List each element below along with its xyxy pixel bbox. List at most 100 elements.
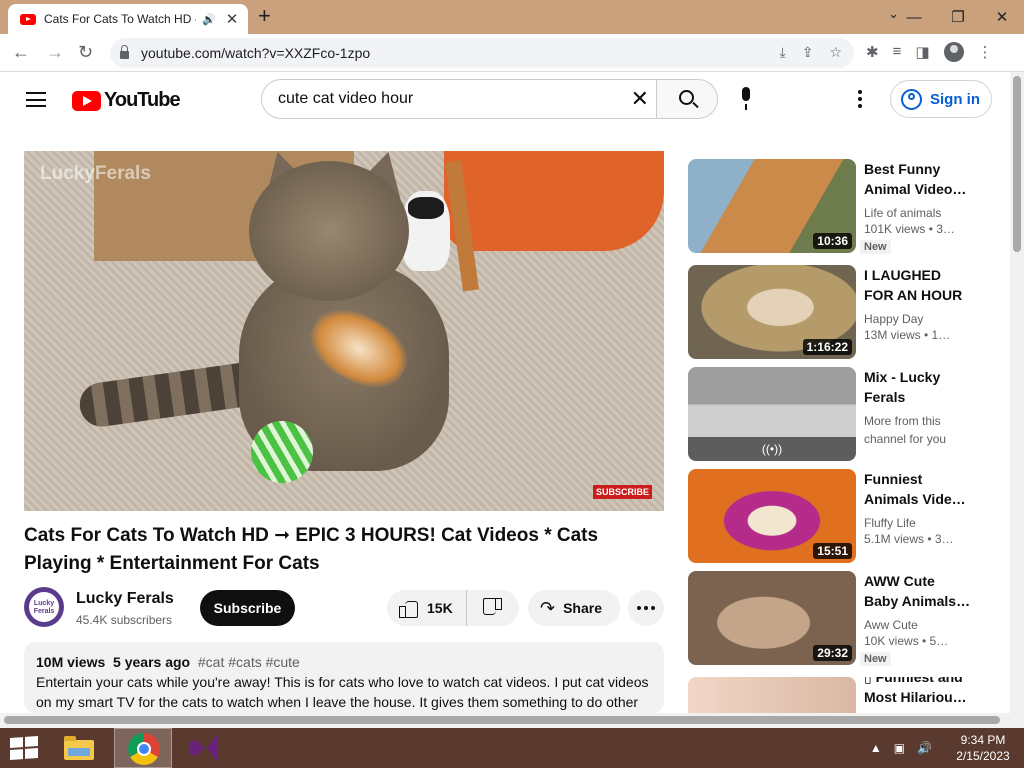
recommendation-channel[interactable]: Happy Day (864, 310, 974, 328)
mix-thumbnail[interactable]: ((•)) (688, 367, 856, 461)
tab-close-icon[interactable]: ✕ (226, 10, 239, 28)
restore-button[interactable]: ❐ (936, 8, 980, 26)
system-tray: ▲ ▣ 🔊 9:34 PM 2/15/2023 (870, 728, 1012, 768)
reload-icon[interactable]: ↻ (78, 42, 93, 62)
recommendation-item[interactable]: 1:16:22 I LAUGHED FOR AN HOUR😹… Happy Da… (688, 265, 988, 359)
close-window-button[interactable]: ✕ (980, 8, 1024, 26)
minimize-button[interactable]: — (892, 9, 936, 26)
show-hidden-icons-icon[interactable]: ▲ (870, 741, 882, 755)
account-circle-icon (901, 88, 922, 110)
settings-kebab-icon[interactable] (858, 90, 862, 110)
volume-icon[interactable]: 🔊 (917, 741, 932, 755)
video-subscribe-badge[interactable]: SUBSCRIBE (592, 485, 652, 499)
network-icon[interactable]: ▣ (894, 741, 905, 755)
vertical-scrollbar[interactable] (1010, 72, 1024, 728)
channel-name[interactable]: Lucky Ferals (76, 590, 174, 608)
dislike-button[interactable] (468, 590, 519, 626)
sign-in-button[interactable]: Sign in (890, 80, 992, 118)
video-frame-kitten (402, 191, 450, 271)
channel-avatar[interactable]: Lucky Ferals (24, 587, 64, 627)
share-arrow-icon: ↷ (540, 597, 556, 618)
windows-taskbar: ▲ ▣ 🔊 9:34 PM 2/15/2023 (0, 728, 1024, 768)
video-title: Cats For Cats To Watch HD ➞ EPIC 3 HOURS… (24, 525, 599, 574)
address-bar[interactable]: youtube.com/watch?v=XXZFco-1zpo ⤓ ⇪ ☆ (110, 38, 854, 68)
new-tab-button[interactable]: + (258, 5, 271, 27)
tab-audio-icon[interactable]: 🔊 (202, 13, 216, 26)
like-button[interactable]: 15K (387, 590, 467, 626)
search-button[interactable] (656, 79, 718, 119)
clear-search-icon[interactable]: ✕ (631, 87, 649, 111)
search-input[interactable] (278, 90, 618, 108)
windows-start-icon[interactable] (10, 736, 38, 760)
recommendation-title[interactable]: AWW Cute Baby Animals… (864, 571, 972, 611)
video-player[interactable]: LuckyFerals SUBSCRIBE (24, 151, 664, 511)
recommendation-thumbnail[interactable] (688, 677, 856, 713)
taskbar-clock[interactable]: 9:34 PM 2/15/2023 (954, 732, 1012, 764)
recommendation-title[interactable]: Mix - Lucky Ferals (864, 367, 972, 407)
recommendation-channel[interactable]: Life of animals (864, 204, 974, 222)
side-panel-icon[interactable]: ◨ (915, 43, 929, 63)
thumbs-down-icon (482, 599, 502, 617)
chrome-taskbar-button[interactable] (114, 728, 172, 768)
lock-icon[interactable] (120, 45, 129, 59)
video-watermark: LuckyFerals (40, 163, 151, 184)
extensions-puzzle-icon[interactable]: ✱ (866, 43, 879, 63)
clock-date: 2/15/2023 (956, 749, 1010, 763)
install-app-icon[interactable]: ⤓ (780, 44, 786, 61)
recommendation-channel[interactable]: Aww Cute (864, 616, 974, 634)
recommendation-title[interactable]: I LAUGHED FOR AN HOUR😹… (864, 265, 972, 305)
visual-studio-icon[interactable] (187, 732, 221, 764)
guide-menu-icon[interactable] (26, 92, 46, 107)
horizontal-scroll-thumb[interactable] (4, 716, 1000, 724)
share-button[interactable]: ↷ Share (528, 590, 620, 626)
recommendation-title[interactable]: Funniest Animals Vide… (864, 469, 972, 509)
profile-avatar-icon[interactable] (943, 42, 964, 62)
sign-in-label: Sign in (930, 90, 980, 108)
voice-search-mic-icon[interactable] (734, 87, 758, 113)
file-explorer-icon[interactable] (62, 734, 96, 762)
recommendation-item[interactable]: 15:51 Funniest Animals Vide… Fluffy Life… (688, 469, 988, 563)
browser-toolbar: ← → ↻ youtube.com/watch?v=XXZFco-1zpo ⤓ … (0, 34, 1024, 72)
window-controls: — ❐ ✕ (892, 0, 1024, 34)
share-page-icon[interactable]: ⇪ (802, 44, 814, 61)
new-badge: New (860, 652, 891, 666)
omnibox-actions: ⤓ ⇪ ☆ (780, 44, 843, 61)
address-url[interactable]: youtube.com/watch?v=XXZFco-1zpo (141, 45, 370, 61)
youtube-masthead: YouTube ✕ Sign in (0, 72, 1010, 128)
tab-title: Cats For Cats To Watch HD - EPIC 3 HOURS… (44, 12, 196, 26)
video-frame-ball-toy (251, 421, 313, 483)
youtube-wordmark: YouTube (104, 89, 181, 111)
hashtags[interactable]: #cat #cats #cute (198, 654, 300, 670)
recommendation-thumbnail[interactable]: 1:16:22 (688, 265, 856, 359)
youtube-logo[interactable]: YouTube (72, 89, 181, 112)
recommendation-thumbnail[interactable]: 10:36 (688, 159, 856, 253)
recommendation-title[interactable]: Best Funny Animal Video… (864, 159, 972, 199)
recommendation-item[interactable]: 10:36 Best Funny Animal Video… Life of a… (688, 159, 988, 254)
browser-menu-icon[interactable]: ⋮ (978, 43, 993, 63)
mix-radio-icon: ((•)) (688, 437, 856, 461)
bookmark-star-icon[interactable]: ☆ (829, 44, 842, 61)
horizontal-scrollbar[interactable] (0, 713, 1010, 728)
description-box[interactable]: 10M views 5 years ago #cat #cats #cute E… (24, 642, 664, 714)
recommendation-channel[interactable]: Fluffy Life (864, 514, 974, 532)
recommendation-thumbnail[interactable]: 29:32 (688, 571, 856, 665)
description-meta: 10M views 5 years ago #cat #cats #cute (36, 654, 652, 670)
browser-tab[interactable]: Cats For Cats To Watch HD - EPIC 3 HOURS… (8, 4, 248, 34)
subscriber-count: 45.4K subscribers (76, 613, 173, 627)
duration-badge: 1:16:22 (802, 339, 852, 355)
channel-avatar-text: Lucky Ferals (29, 592, 59, 622)
back-arrow-icon[interactable]: ← (12, 42, 30, 62)
forward-arrow-icon[interactable]: → (46, 42, 64, 62)
vertical-scroll-thumb[interactable] (1013, 76, 1021, 252)
recommendation-item[interactable]: ((•)) Mix - Lucky Ferals More from this … (688, 367, 988, 461)
recommendation-thumbnail[interactable]: 15:51 (688, 469, 856, 563)
recommendation-item[interactable]: 29:32 AWW Cute Baby Animals… Aww Cute 10… (688, 571, 988, 666)
search-icon (679, 90, 694, 105)
recommendation-title[interactable]: ▯ Funniest and Most Hilariou… (864, 677, 974, 707)
search-box: ✕ (261, 79, 657, 119)
more-actions-icon[interactable] (628, 590, 664, 626)
subscribe-button[interactable]: Subscribe (200, 590, 295, 626)
recommendation-item[interactable]: ▯ Funniest and Most Hilariou… (688, 677, 988, 713)
chrome-icon (128, 733, 160, 765)
media-controls-icon[interactable]: ≡ (893, 43, 902, 63)
